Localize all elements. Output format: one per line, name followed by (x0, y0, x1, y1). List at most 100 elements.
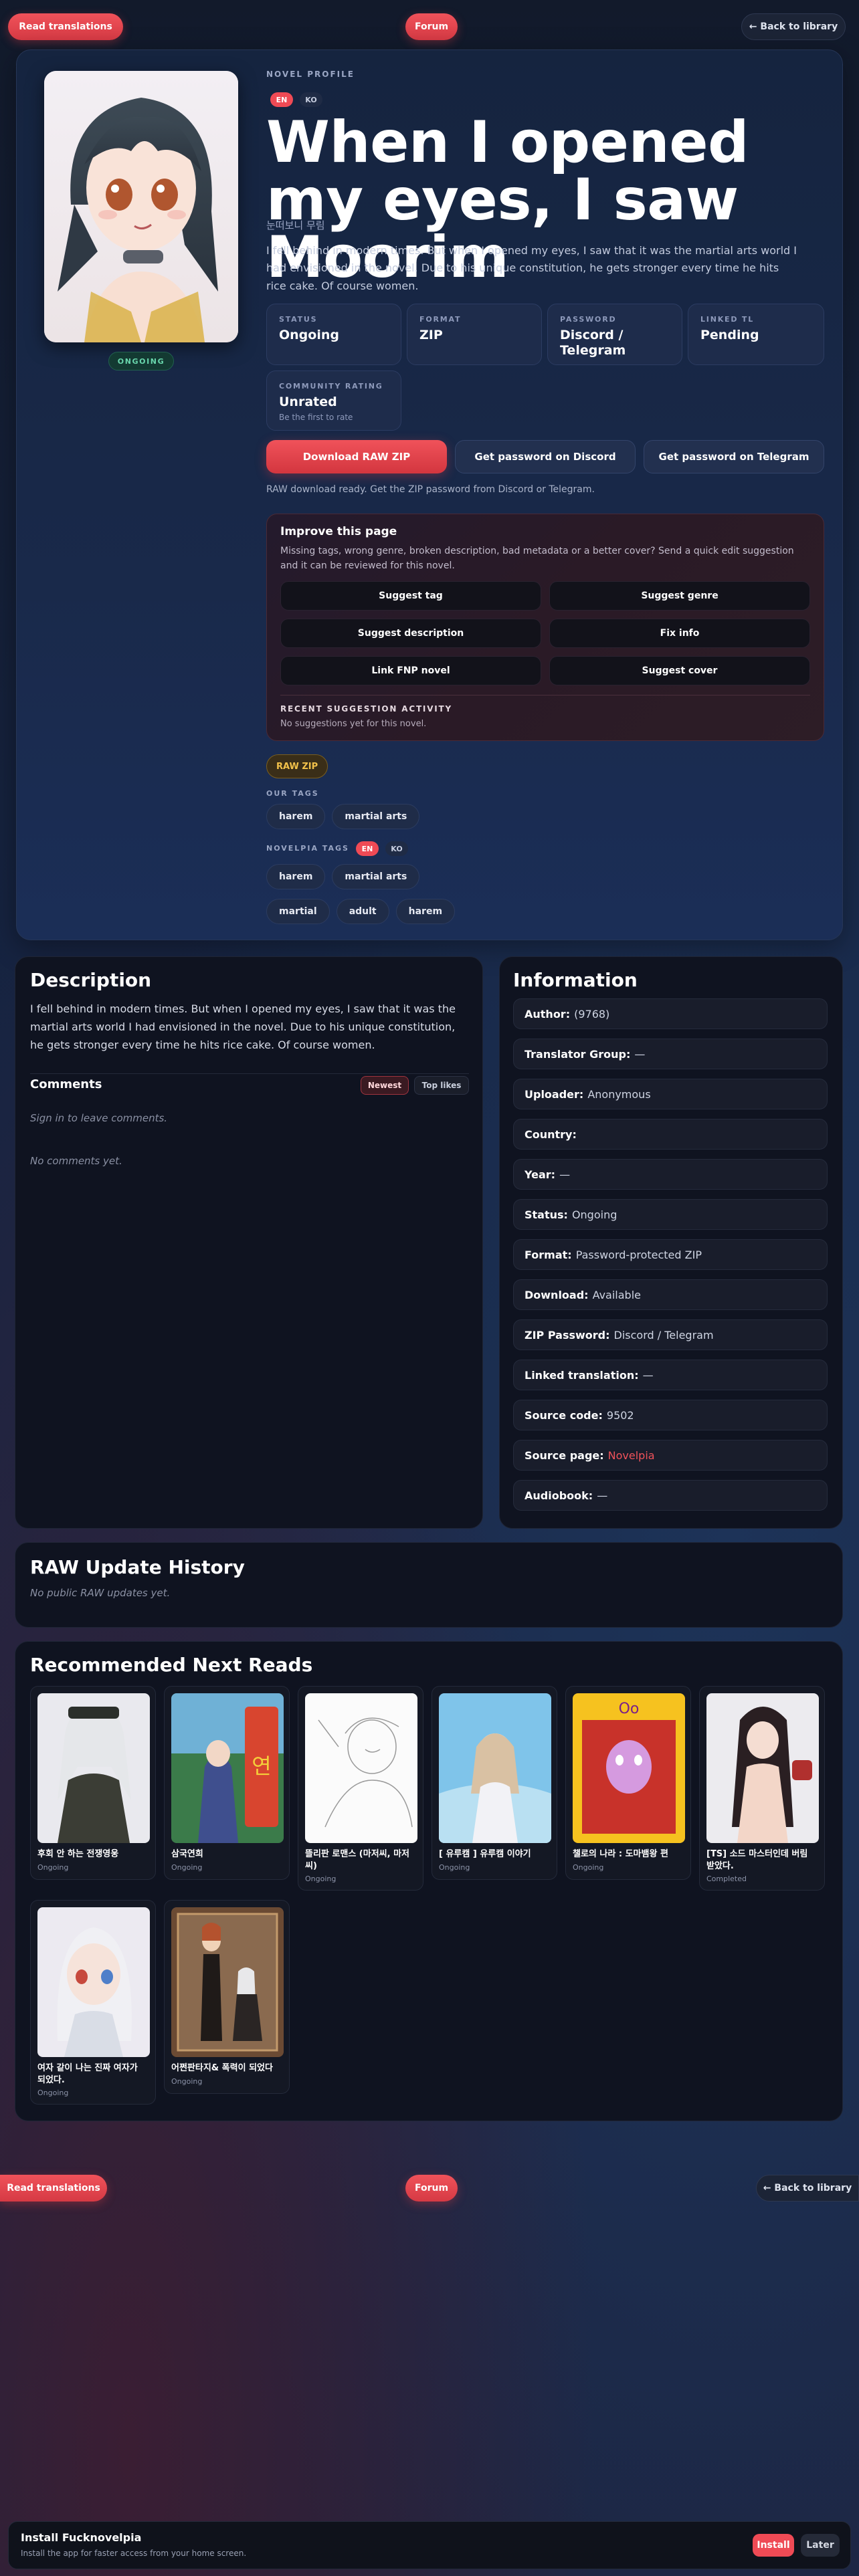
stat-status: STATUS Ongoing (266, 304, 401, 365)
title-lang-ko-toggle[interactable]: KO (300, 92, 322, 107)
divider (30, 1073, 469, 1074)
recommended-cover-image: Oo (573, 1693, 685, 1843)
info-value: Discord / Telegram (613, 1328, 714, 1341)
info-row-country: Country: (513, 1119, 828, 1150)
info-key: Status: (524, 1208, 568, 1221)
novelpia-tags-row: harem martial arts (266, 864, 420, 889)
info-key: Country: (524, 1128, 577, 1141)
info-key: Download: (524, 1288, 589, 1301)
fix-info-button[interactable]: Fix info (549, 619, 810, 648)
novelpia-tags-label: NOVELPIA TAGS (266, 844, 349, 853)
forum-button-bottom[interactable]: Forum (405, 2175, 458, 2202)
tag-chip[interactable]: martial arts (332, 864, 420, 889)
raw-history-empty: No public RAW updates yet. (30, 1587, 171, 1599)
comments-signin-prompt[interactable]: Sign in to leave comments. (30, 1112, 167, 1124)
recommended-card[interactable]: 뜰리판 로맨스 (마저씨, 마저 씨) Ongoing (298, 1686, 423, 1891)
recommended-card-status: Ongoing (305, 1874, 337, 1884)
info-value: Available (592, 1288, 641, 1301)
novelpia-lang-en-toggle[interactable]: EN (356, 841, 379, 856)
sort-newest-button[interactable]: Newest (361, 1076, 409, 1095)
improve-page-panel: Improve this page Missing tags, wrong ge… (266, 514, 824, 741)
info-value: Anonymous (587, 1087, 651, 1101)
cover-status-badge: ONGOING (108, 352, 174, 370)
read-translations-button[interactable]: Read translations (8, 13, 123, 40)
tag-chip[interactable]: harem (266, 804, 326, 829)
recommended-card[interactable]: 어쩐판타지& 폭력이 되었다 Ongoing (164, 1900, 290, 2094)
info-row-zip-password: ZIP Password: Discord / Telegram (513, 1319, 828, 1350)
stat-label: STATUS (279, 315, 318, 324)
read-translations-button-bottom[interactable]: Read translations (0, 2175, 107, 2202)
recommended-card[interactable]: [ 유루캠 ] 유루캠 이야기 Ongoing (432, 1686, 557, 1880)
install-app-banner: Install Fucknovelpia Install the app for… (8, 2521, 851, 2569)
info-key: Uploader: (524, 1087, 584, 1101)
info-key: Source page: (524, 1448, 604, 1462)
recommended-card-title: 후회 안 하는 전쟁영웅 (37, 1849, 119, 1859)
back-to-library-button[interactable]: ← Back to library (741, 13, 846, 40)
novelpia-lang-ko-toggle[interactable]: KO (385, 841, 408, 856)
recommended-card-title: [TS] 소드 마스터인데 버림 받았다. (706, 1849, 808, 1871)
download-raw-zip-button[interactable]: Download RAW ZIP (266, 440, 447, 473)
recommended-card[interactable]: 연 삼국연희 Ongoing (164, 1686, 290, 1880)
recommended-cover-image (706, 1693, 819, 1843)
tag-chip[interactable]: harem (395, 899, 456, 924)
recommended-cover-image (37, 1693, 150, 1843)
recommended-card-status: Ongoing (573, 1862, 604, 1872)
stat-value: Discord / Telegram (560, 328, 626, 358)
svg-text:Oo: Oo (619, 1701, 640, 1717)
suggest-genre-button[interactable]: Suggest genre (549, 581, 810, 611)
recommended-cover-image (171, 1907, 284, 2057)
recommended-card[interactable]: 여자 같이 나는 진짜 여자가 되었다. Ongoing (30, 1900, 156, 2105)
recent-activity-label: RECENT SUGGESTION ACTIVITY (280, 704, 453, 714)
recommended-card[interactable]: 후회 안 하는 전쟁영웅 Ongoing (30, 1686, 156, 1880)
info-value: — (634, 1047, 646, 1061)
svg-text:연: 연 (252, 1753, 271, 1779)
recommended-card-title: [ 유루캠 ] 유루캠 이야기 (439, 1849, 531, 1859)
link-fnp-novel-button[interactable]: Link FNP novel (280, 656, 541, 685)
tag-chip[interactable]: martial arts (332, 804, 420, 829)
info-value: — (642, 1368, 654, 1382)
telegram-password-button[interactable]: Get password on Telegram (644, 440, 824, 473)
discord-password-button[interactable]: Get password on Discord (455, 440, 636, 473)
description-text: I fell behind in modern times. But when … (30, 1002, 456, 1052)
info-key: Source code: (524, 1408, 603, 1422)
info-row-audiobook: Audiobook: — (513, 1480, 828, 1511)
tag-chip[interactable]: harem (266, 864, 326, 889)
source-page-link[interactable]: Novelpia (608, 1449, 655, 1462)
info-key: Author: (524, 1007, 571, 1021)
recommended-card[interactable]: Oo 챌로의 나라 : 도마뱀왕 편 Ongoing (565, 1686, 691, 1880)
forum-button[interactable]: Forum (405, 13, 458, 40)
install-description: Install the app for faster access from y… (21, 2549, 247, 2558)
stat-value: Ongoing (279, 328, 339, 342)
novel-cover-image (44, 71, 238, 342)
info-row-translator-group: Translator Group: — (513, 1039, 828, 1069)
stat-value: Unrated (279, 395, 337, 409)
description-title: Description (30, 969, 152, 991)
recommended-card[interactable]: [TS] 소드 마스터인데 버림 받았다. Completed (699, 1686, 825, 1891)
suggest-description-button[interactable]: Suggest description (280, 619, 541, 648)
info-key: Audiobook: (524, 1489, 593, 1502)
info-value: Password-protected ZIP (575, 1248, 702, 1261)
info-key: Year: (524, 1168, 556, 1181)
recommended-panel: Recommended Next Reads 후회 안 하는 전쟁영웅 Ongo… (15, 1641, 843, 2121)
suggest-tag-button[interactable]: Suggest tag (280, 581, 541, 611)
tag-chip[interactable]: adult (336, 899, 389, 924)
install-title: Install Fucknovelpia (21, 2531, 142, 2544)
later-button[interactable]: Later (801, 2534, 840, 2557)
our-tags-list: harem martial arts (266, 804, 420, 829)
back-to-library-button-bottom[interactable]: ← Back to library (756, 2175, 859, 2202)
information-title: Information (513, 969, 638, 991)
recommended-cover-image (305, 1693, 417, 1843)
raw-zip-badge: RAW ZIP (266, 754, 328, 778)
info-value: — (559, 1168, 571, 1181)
tag-chip[interactable]: martial (266, 899, 330, 924)
info-value: Ongoing (571, 1208, 617, 1221)
recommended-card-status: Ongoing (37, 1862, 69, 1872)
sort-top-likes-button[interactable]: Top likes (414, 1076, 469, 1095)
suggest-cover-button[interactable]: Suggest cover (549, 656, 810, 685)
title-lang-en-toggle[interactable]: EN (270, 92, 293, 107)
install-button[interactable]: Install (753, 2534, 794, 2557)
recommended-card-status: Ongoing (171, 2076, 203, 2086)
stat-linked-tl: LINKED TL Pending (688, 304, 824, 365)
info-row-year: Year: — (513, 1159, 828, 1190)
description-panel: Description I fell behind in modern time… (15, 956, 483, 1529)
